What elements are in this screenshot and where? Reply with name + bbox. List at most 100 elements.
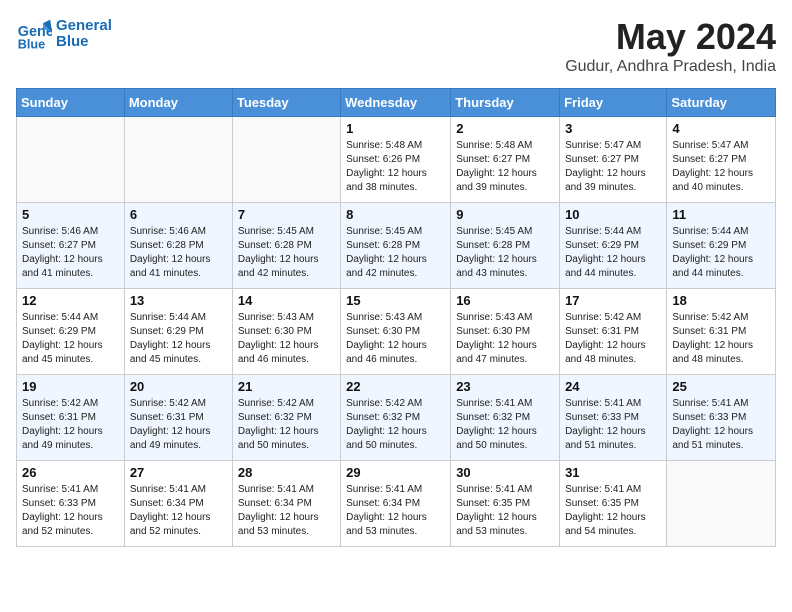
calendar-cell: 9 Sunrise: 5:45 AM Sunset: 6:28 PM Daylig… <box>451 203 560 289</box>
day-number: 14 <box>238 293 335 308</box>
day-info: Sunrise: 5:45 AM Sunset: 6:28 PM Dayligh… <box>456 225 554 281</box>
day-info: Sunrise: 5:47 AM Sunset: 6:27 PM Dayligh… <box>672 139 770 195</box>
weekday-thursday: Thursday <box>451 89 560 117</box>
calendar-cell: 12Sunrise: 5:44 AM Sunset: 6:29 PM Dayli… <box>17 289 125 375</box>
day-number: 6 <box>130 207 227 222</box>
day-number: 18 <box>672 293 770 308</box>
day-info: Sunrise: 5:42 AM Sunset: 6:31 PM Dayligh… <box>130 397 227 453</box>
calendar-cell: 8 Sunrise: 5:45 AM Sunset: 6:28 PM Daylig… <box>341 203 451 289</box>
day-number: 19 <box>22 379 119 394</box>
day-info: Sunrise: 5:44 AM Sunset: 6:29 PM Dayligh… <box>22 311 119 367</box>
calendar-cell: 20 Sunrise: 5:42 AM Sunset: 6:31 PM Dayli… <box>124 375 232 461</box>
calendar-cell: 7Sunrise: 5:45 AM Sunset: 6:28 PM Daylig… <box>232 203 340 289</box>
day-number: 16 <box>456 293 554 308</box>
day-info: Sunrise: 5:42 AM Sunset: 6:32 PM Dayligh… <box>238 397 335 453</box>
day-number: 23 <box>456 379 554 394</box>
day-number: 21 <box>238 379 335 394</box>
logo-text: GeneralBlue <box>56 18 112 51</box>
day-info: Sunrise: 5:42 AM Sunset: 6:31 PM Dayligh… <box>672 311 770 367</box>
calendar-table: SundayMondayTuesdayWednesdayThursdayFrid… <box>16 88 776 547</box>
day-info: Sunrise: 5:46 AM Sunset: 6:28 PM Dayligh… <box>130 225 227 281</box>
day-number: 15 <box>346 293 445 308</box>
day-number: 1 <box>346 121 445 136</box>
day-number: 17 <box>565 293 661 308</box>
day-number: 3 <box>565 121 661 136</box>
calendar-cell: 3 Sunrise: 5:47 AM Sunset: 6:27 PM Daylig… <box>560 117 667 203</box>
day-number: 9 <box>456 207 554 222</box>
calendar-cell: 30 Sunrise: 5:41 AM Sunset: 6:35 PM Dayli… <box>451 461 560 547</box>
weekday-tuesday: Tuesday <box>232 89 340 117</box>
calendar-cell: 11 Sunrise: 5:44 AM Sunset: 6:29 PM Dayli… <box>667 203 776 289</box>
calendar-cell <box>232 117 340 203</box>
week-row-2: 5 Sunrise: 5:46 AM Sunset: 6:27 PM Daylig… <box>17 203 776 289</box>
day-info: Sunrise: 5:45 AM Sunset: 6:28 PM Dayligh… <box>346 225 445 281</box>
day-number: 4 <box>672 121 770 136</box>
page-header: General Blue GeneralBlue May 2024 Gudur,… <box>16 16 776 76</box>
day-info: Sunrise: 5:42 AM Sunset: 6:32 PM Dayligh… <box>346 397 445 453</box>
day-info: Sunrise: 5:44 AM Sunset: 6:29 PM Dayligh… <box>130 311 227 367</box>
weekday-header-row: SundayMondayTuesdayWednesdayThursdayFrid… <box>17 89 776 117</box>
calendar-cell: 27Sunrise: 5:41 AM Sunset: 6:34 PM Dayli… <box>124 461 232 547</box>
calendar-cell: 24 Sunrise: 5:41 AM Sunset: 6:33 PM Dayli… <box>560 375 667 461</box>
day-info: Sunrise: 5:41 AM Sunset: 6:34 PM Dayligh… <box>130 483 227 539</box>
day-info: Sunrise: 5:41 AM Sunset: 6:34 PM Dayligh… <box>346 483 445 539</box>
day-info: Sunrise: 5:43 AM Sunset: 6:30 PM Dayligh… <box>456 311 554 367</box>
day-info: Sunrise: 5:47 AM Sunset: 6:27 PM Dayligh… <box>565 139 661 195</box>
day-number: 28 <box>238 465 335 480</box>
calendar-cell: 13 Sunrise: 5:44 AM Sunset: 6:29 PM Dayli… <box>124 289 232 375</box>
day-info: Sunrise: 5:42 AM Sunset: 6:31 PM Dayligh… <box>565 311 661 367</box>
day-number: 30 <box>456 465 554 480</box>
calendar-cell: 14 Sunrise: 5:43 AM Sunset: 6:30 PM Dayli… <box>232 289 340 375</box>
day-number: 10 <box>565 207 661 222</box>
calendar-cell: 2Sunrise: 5:48 AM Sunset: 6:27 PM Daylig… <box>451 117 560 203</box>
calendar-cell <box>17 117 125 203</box>
calendar-cell <box>667 461 776 547</box>
calendar-cell: 15 Sunrise: 5:43 AM Sunset: 6:30 PM Dayli… <box>341 289 451 375</box>
day-info: Sunrise: 5:41 AM Sunset: 6:34 PM Dayligh… <box>238 483 335 539</box>
calendar-cell: 21 Sunrise: 5:42 AM Sunset: 6:32 PM Dayli… <box>232 375 340 461</box>
calendar-cell: 23 Sunrise: 5:41 AM Sunset: 6:32 PM Dayli… <box>451 375 560 461</box>
day-number: 13 <box>130 293 227 308</box>
month-title: May 2024 <box>565 16 776 58</box>
day-number: 24 <box>565 379 661 394</box>
calendar-cell: 22 Sunrise: 5:42 AM Sunset: 6:32 PM Dayli… <box>341 375 451 461</box>
day-info: Sunrise: 5:41 AM Sunset: 6:35 PM Dayligh… <box>456 483 554 539</box>
day-info: Sunrise: 5:46 AM Sunset: 6:27 PM Dayligh… <box>22 225 119 281</box>
svg-text:Blue: Blue <box>18 37 45 51</box>
calendar-cell: 28 Sunrise: 5:41 AM Sunset: 6:34 PM Dayli… <box>232 461 340 547</box>
day-number: 8 <box>346 207 445 222</box>
day-info: Sunrise: 5:48 AM Sunset: 6:27 PM Dayligh… <box>456 139 554 195</box>
location: Gudur, Andhra Pradesh, India <box>565 58 776 76</box>
day-info: Sunrise: 5:43 AM Sunset: 6:30 PM Dayligh… <box>238 311 335 367</box>
day-info: Sunrise: 5:41 AM Sunset: 6:35 PM Dayligh… <box>565 483 661 539</box>
day-number: 31 <box>565 465 661 480</box>
day-number: 5 <box>22 207 119 222</box>
weekday-friday: Friday <box>560 89 667 117</box>
calendar-body: 1 Sunrise: 5:48 AM Sunset: 6:26 PM Daylig… <box>17 117 776 547</box>
weekday-saturday: Saturday <box>667 89 776 117</box>
day-info: Sunrise: 5:48 AM Sunset: 6:26 PM Dayligh… <box>346 139 445 195</box>
day-info: Sunrise: 5:44 AM Sunset: 6:29 PM Dayligh… <box>672 225 770 281</box>
day-info: Sunrise: 5:44 AM Sunset: 6:29 PM Dayligh… <box>565 225 661 281</box>
day-number: 25 <box>672 379 770 394</box>
day-number: 11 <box>672 207 770 222</box>
calendar-cell: 17 Sunrise: 5:42 AM Sunset: 6:31 PM Dayli… <box>560 289 667 375</box>
calendar-cell <box>124 117 232 203</box>
calendar-cell: 29Sunrise: 5:41 AM Sunset: 6:34 PM Dayli… <box>341 461 451 547</box>
day-number: 26 <box>22 465 119 480</box>
weekday-monday: Monday <box>124 89 232 117</box>
calendar-cell: 5 Sunrise: 5:46 AM Sunset: 6:27 PM Daylig… <box>17 203 125 289</box>
calendar-cell: 18 Sunrise: 5:42 AM Sunset: 6:31 PM Dayli… <box>667 289 776 375</box>
day-number: 7 <box>238 207 335 222</box>
calendar-cell: 1 Sunrise: 5:48 AM Sunset: 6:26 PM Daylig… <box>341 117 451 203</box>
day-info: Sunrise: 5:41 AM Sunset: 6:33 PM Dayligh… <box>565 397 661 453</box>
day-info: Sunrise: 5:41 AM Sunset: 6:33 PM Dayligh… <box>672 397 770 453</box>
day-number: 20 <box>130 379 227 394</box>
calendar-cell: 25 Sunrise: 5:41 AM Sunset: 6:33 PM Dayli… <box>667 375 776 461</box>
day-info: Sunrise: 5:41 AM Sunset: 6:32 PM Dayligh… <box>456 397 554 453</box>
day-info: Sunrise: 5:43 AM Sunset: 6:30 PM Dayligh… <box>346 311 445 367</box>
week-row-4: 19 Sunrise: 5:42 AM Sunset: 6:31 PM Dayli… <box>17 375 776 461</box>
logo-icon: General Blue <box>16 16 52 52</box>
day-number: 22 <box>346 379 445 394</box>
weekday-wednesday: Wednesday <box>341 89 451 117</box>
